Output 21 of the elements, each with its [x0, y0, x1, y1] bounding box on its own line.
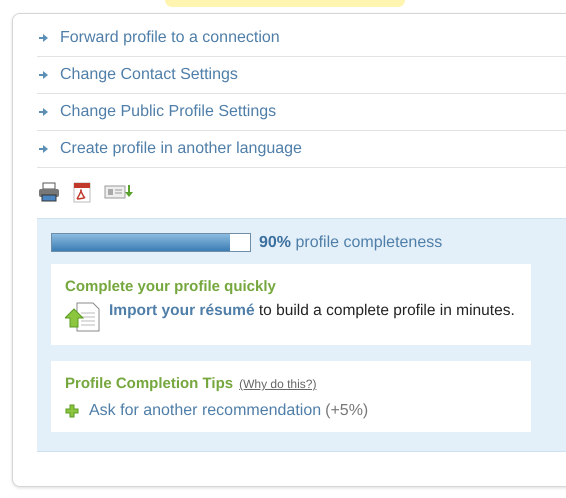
card-download-icon[interactable]: [104, 184, 134, 200]
why-link[interactable]: (Why do this?): [239, 377, 316, 391]
printer-icon[interactable]: [38, 182, 60, 202]
profile-link[interactable]: Change Contact Settings: [60, 66, 238, 84]
upload-document-icon: [65, 301, 101, 333]
arrow-icon: [39, 108, 48, 116]
quick-heading: Complete your profile quickly: [65, 278, 277, 295]
import-resume-link[interactable]: Import your résumé: [109, 302, 255, 319]
arrow-icon: [39, 34, 48, 42]
completeness-text: 90% profile completeness: [259, 234, 442, 252]
arrow-icon: [39, 145, 48, 153]
pdf-icon[interactable]: [72, 182, 92, 202]
import-sentence: Import your résumé to build a complete profile in minutes.: [109, 301, 515, 321]
recommendation-link[interactable]: Ask for another recommendation: [89, 402, 322, 420]
bonus-text: (+5%): [325, 402, 368, 420]
profile-link[interactable]: Create profile in another language: [60, 140, 302, 158]
profile-link[interactable]: Change Public Profile Settings: [60, 103, 276, 121]
tips-heading: Profile Completion Tips: [65, 375, 234, 392]
arrow-icon: [39, 71, 48, 79]
plus-icon: [65, 404, 79, 418]
profile-link[interactable]: Forward profile to a connection: [60, 29, 280, 47]
